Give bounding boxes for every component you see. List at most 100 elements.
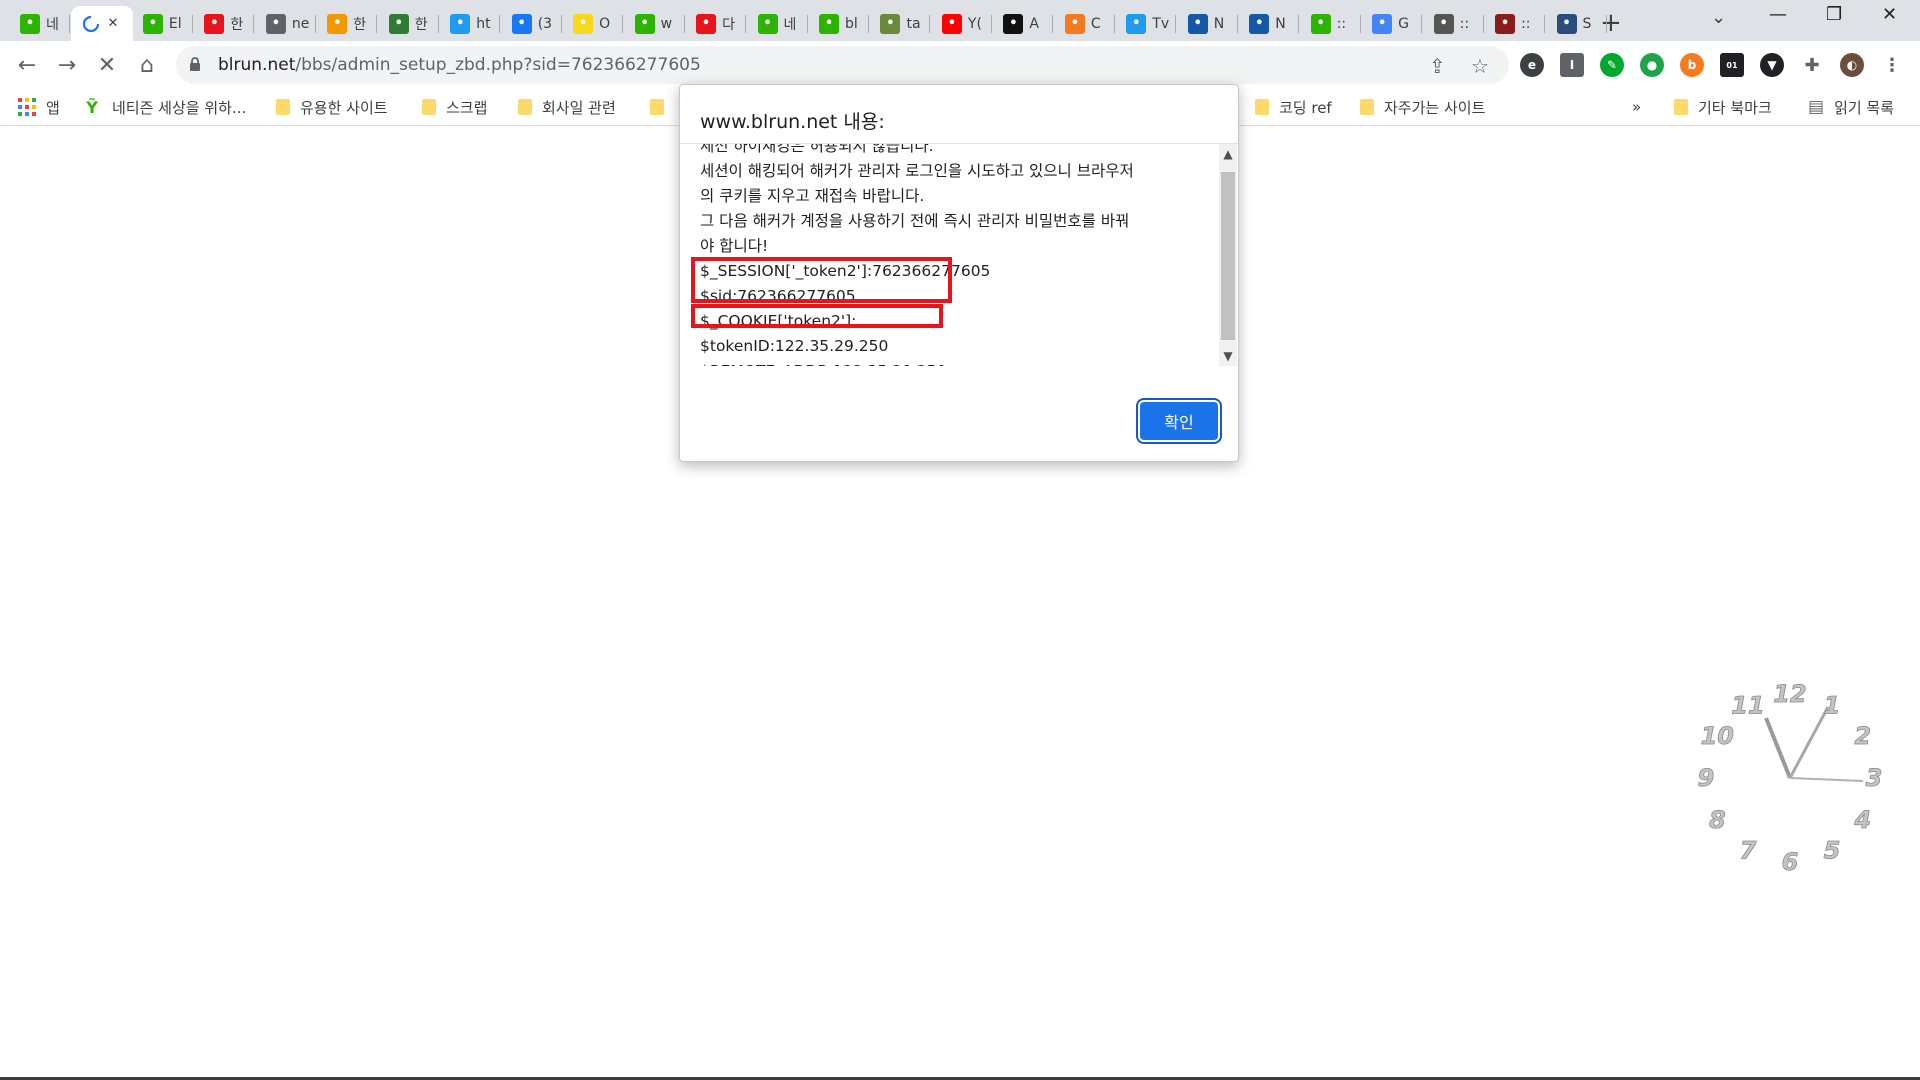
tab-title: 한 (353, 16, 367, 33)
browser-tab[interactable]: • N (1239, 6, 1300, 41)
browser-tab[interactable]: • N (1178, 6, 1238, 41)
browser-tab[interactable]: • ne (256, 6, 316, 41)
browser-tab[interactable]: • ta (870, 6, 931, 41)
pocket-icon[interactable]: ▼ (1760, 53, 1784, 77)
tab-separator (560, 15, 562, 33)
bookmark-label: 회사일 관련 (542, 98, 616, 117)
restore-icon[interactable]: ❐ (1826, 4, 1842, 25)
clock-numeral: 3 (1866, 764, 1883, 792)
yellow-g-icon: • (573, 13, 594, 34)
browser-tab[interactable]: • 한 (194, 6, 255, 41)
bookmark-star-icon[interactable]: ☆ (1471, 54, 1489, 78)
tab-separator (376, 15, 378, 33)
stop-loading-icon[interactable]: ✕ (92, 50, 122, 80)
tab-separator (929, 15, 931, 33)
extension-binary-icon[interactable]: 01 (1720, 53, 1744, 77)
browser-tab[interactable]: • w (625, 6, 685, 41)
bookmark-netizen[interactable]: Ỹ 네티즌 세상을 위하... (82, 95, 246, 119)
bookmark-apps[interactable]: 앱 (18, 95, 60, 119)
bookmark-folder-work[interactable]: 회사일 관련 (518, 95, 616, 119)
highlight-session-box (691, 257, 952, 303)
bookmark-folder-hidden[interactable] (650, 95, 664, 119)
clock-numeral: 6 (1782, 848, 1799, 876)
browser-tab[interactable]: • bl (809, 6, 869, 41)
folder-icon (1360, 99, 1374, 115)
browser-tab[interactable]: • 다 (686, 6, 747, 41)
browser-tab[interactable]: • Y( (932, 6, 992, 41)
bookmark-folder-frequent[interactable]: 자주가는 사이트 (1360, 95, 1485, 119)
bookmark-label: 유용한 사이트 (300, 98, 388, 117)
browser-tab[interactable]: • 한 (317, 6, 378, 41)
bookmark-label: 코딩 ref (1279, 98, 1332, 117)
home-icon[interactable]: ⌂ (132, 50, 162, 80)
bookmarks-overflow-label: » (1632, 98, 1642, 116)
scroll-down-arrow-icon[interactable]: ▼ (1219, 346, 1237, 366)
naver-sprout-icon: Ỹ (86, 97, 98, 117)
tab-title: Tv (1152, 15, 1170, 32)
bookmarks-overflow-button[interactable]: » (1632, 95, 1641, 119)
scroll-up-arrow-icon[interactable]: ▲ (1219, 144, 1237, 164)
browser-tab[interactable]: • S (1547, 6, 1607, 41)
close-window-icon[interactable]: ✕ (1882, 4, 1897, 25)
minimize-icon[interactable]: — (1769, 4, 1787, 25)
browser-tab[interactable]: • A (993, 6, 1054, 41)
naver-sprout-icon: • (142, 13, 163, 34)
dialog-line: 세션이 해킹되어 해커가 관리자 로그인을 시도하고 있으니 브라우저 (700, 162, 1134, 180)
bookmark-folder-scrap[interactable]: 스크랩 (422, 95, 487, 119)
browser-tab[interactable]: • O (563, 6, 624, 41)
analog-clock-widget: 12 12 3 45678 9 10 11 (1697, 680, 1883, 877)
clock-numeral: 2 (1854, 722, 1871, 750)
tab-title: :: (1459, 15, 1470, 32)
bookmark-other[interactable]: 기타 북마크 (1674, 95, 1772, 119)
browser-tab[interactable]: • 네 (10, 6, 70, 41)
browser-tab[interactable]: • G (1362, 6, 1423, 41)
browser-tab[interactable]: • ht (440, 6, 501, 41)
bookmark-label: 네티즌 세상을 위하... (112, 98, 247, 117)
browser-tab[interactable]: • (3 (502, 6, 562, 41)
tab-search-chevron-icon[interactable]: ⌄ (1711, 7, 1726, 28)
network-icon: • (1433, 13, 1454, 34)
dialog-scrollbar[interactable]: ▲ ▼ (1219, 144, 1237, 366)
bookmark-folder-coding[interactable]: 코딩 ref (1255, 95, 1332, 119)
share-icon[interactable]: ⇪ (1429, 54, 1446, 78)
browser-tab[interactable]: • C (1055, 6, 1115, 41)
dialog-message: 세션 하이재킹은 허용되지 않습니다. 세션이 해킹되어 해커가 관리자 로그인을… (700, 144, 1200, 366)
profile-avatar[interactable]: ◐ (1840, 53, 1864, 77)
browser-tab[interactable]: •:: (1424, 6, 1484, 41)
reading-list[interactable]: ▤ 읽기 목록 (1808, 95, 1894, 119)
ok-button[interactable]: 확인 (1140, 402, 1218, 440)
back-arrow-icon[interactable]: ← (12, 50, 42, 80)
tab-separator (1359, 15, 1361, 33)
browser-tab[interactable]: • El (133, 6, 193, 41)
scrollbar-thumb[interactable] (1221, 172, 1235, 340)
extension-green-icon[interactable]: ● (1640, 53, 1664, 77)
naver-sprout-icon: • (1310, 13, 1331, 34)
youtube-icon: • (941, 13, 962, 34)
apps-grid-icon (18, 98, 36, 116)
browser-tab[interactable]: • 한 (379, 6, 439, 41)
puzzle-extensions-icon[interactable]: ✚ (1800, 53, 1824, 77)
extension-b-icon[interactable]: b (1680, 53, 1704, 77)
extension-e-icon[interactable]: e (1520, 53, 1544, 77)
tab-separator (745, 15, 747, 33)
address-bar[interactable]: blrun.net/bbs/admin_setup_zbd.php?sid=76… (176, 46, 1509, 84)
tab-title: 네 (46, 16, 59, 33)
dialog-message-area[interactable]: 세션 하이재킹은 허용되지 않습니다. 세션이 해킹되어 해커가 관리자 로그인을… (680, 143, 1238, 366)
tab-title: 네 (783, 16, 797, 33)
tab-separator (990, 15, 992, 33)
close-tab-icon[interactable]: ✕ (107, 16, 118, 31)
tab-separator (1113, 15, 1115, 33)
clock-numeral: 1 (1824, 691, 1841, 719)
browser-tab[interactable]: • 네 (748, 6, 808, 41)
browser-tab[interactable]: ✕ (71, 6, 134, 41)
browser-tab[interactable]: •:: (1301, 6, 1361, 41)
tab-title: Y( (967, 15, 982, 32)
extension-reader-icon[interactable]: I (1560, 53, 1584, 77)
second-hand (1789, 777, 1864, 782)
browser-tab[interactable]: • Tv (1116, 6, 1177, 41)
bookmark-folder-useful[interactable]: 유용한 사이트 (276, 95, 388, 119)
menu-kebab-icon[interactable]: ⋮ (1880, 53, 1904, 77)
forward-arrow-icon[interactable]: → (52, 50, 82, 80)
evernote-icon[interactable]: ✎ (1600, 53, 1624, 77)
browser-tab[interactable]: •:: (1485, 6, 1546, 41)
